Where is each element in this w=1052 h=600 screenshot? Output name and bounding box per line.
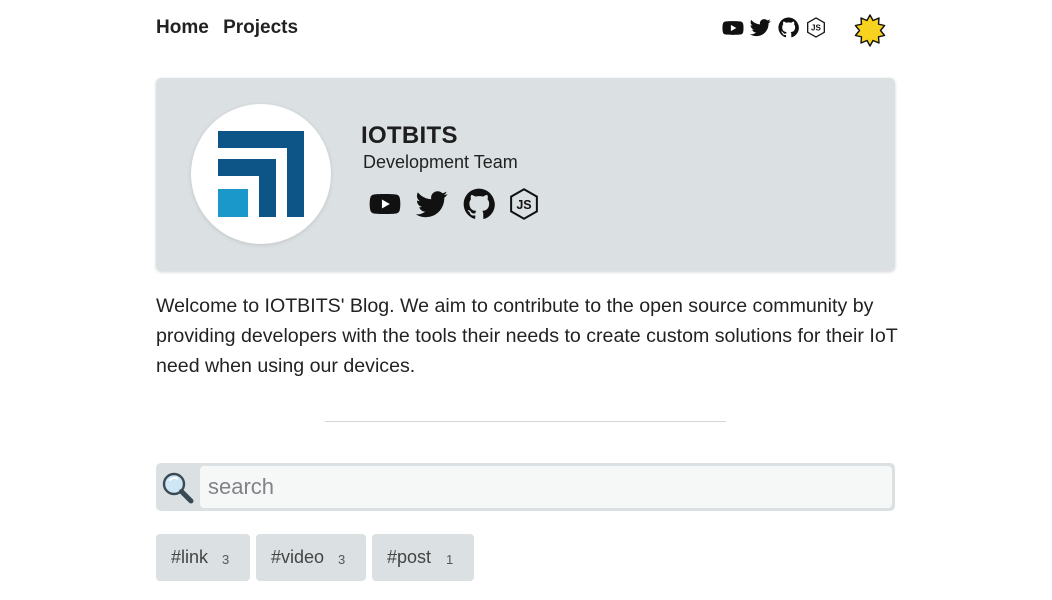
nodejs-icon[interactable]: JS [509, 187, 539, 226]
svg-text:JS: JS [516, 198, 531, 212]
nav-social-icons: JS [722, 17, 830, 41]
github-icon[interactable] [778, 17, 799, 43]
svg-text:JS: JS [811, 24, 821, 33]
nodejs-icon[interactable]: JS [806, 17, 826, 43]
twitter-icon[interactable] [415, 188, 448, 225]
twitter-icon[interactable] [749, 17, 771, 43]
tag-label: #post [387, 547, 432, 567]
sun-icon [854, 14, 886, 47]
avatar [191, 104, 331, 244]
profile-card: IOTBITS Development Team JS [156, 78, 895, 271]
top-nav: Home Projects JS [156, 14, 894, 47]
search-input[interactable] [200, 466, 892, 508]
nav-home-link[interactable]: Home [156, 17, 209, 38]
nav-projects-link[interactable]: Projects [223, 17, 298, 38]
nav-links: Home Projects [156, 17, 307, 39]
tag-link[interactable]: #link 3 [156, 534, 250, 581]
iotbits-logo-icon [218, 131, 304, 217]
theme-toggle-button[interactable] [852, 13, 888, 49]
tag-label: #link [171, 547, 209, 567]
search-box [156, 463, 895, 511]
tag-label: #video [271, 547, 325, 567]
youtube-icon[interactable] [722, 17, 744, 44]
search-icon [161, 471, 195, 505]
tag-video[interactable]: #video 3 [256, 534, 366, 581]
divider [325, 421, 726, 422]
tag-count: 3 [222, 552, 230, 567]
profile-social-icons: JS [368, 186, 548, 222]
youtube-icon[interactable] [368, 188, 402, 225]
tag-post[interactable]: #post 1 [372, 534, 474, 581]
tag-count: 3 [338, 552, 346, 567]
tag-count: 1 [446, 552, 454, 567]
profile-subtitle: Development Team [363, 152, 518, 172]
welcome-text: Welcome to IOTBITS' Blog. We aim to cont… [156, 295, 898, 377]
github-icon[interactable] [463, 188, 495, 225]
profile-name: IOTBITS [361, 122, 458, 149]
page: Home Projects JS IOTBITS Development Tea… [0, 0, 1052, 600]
